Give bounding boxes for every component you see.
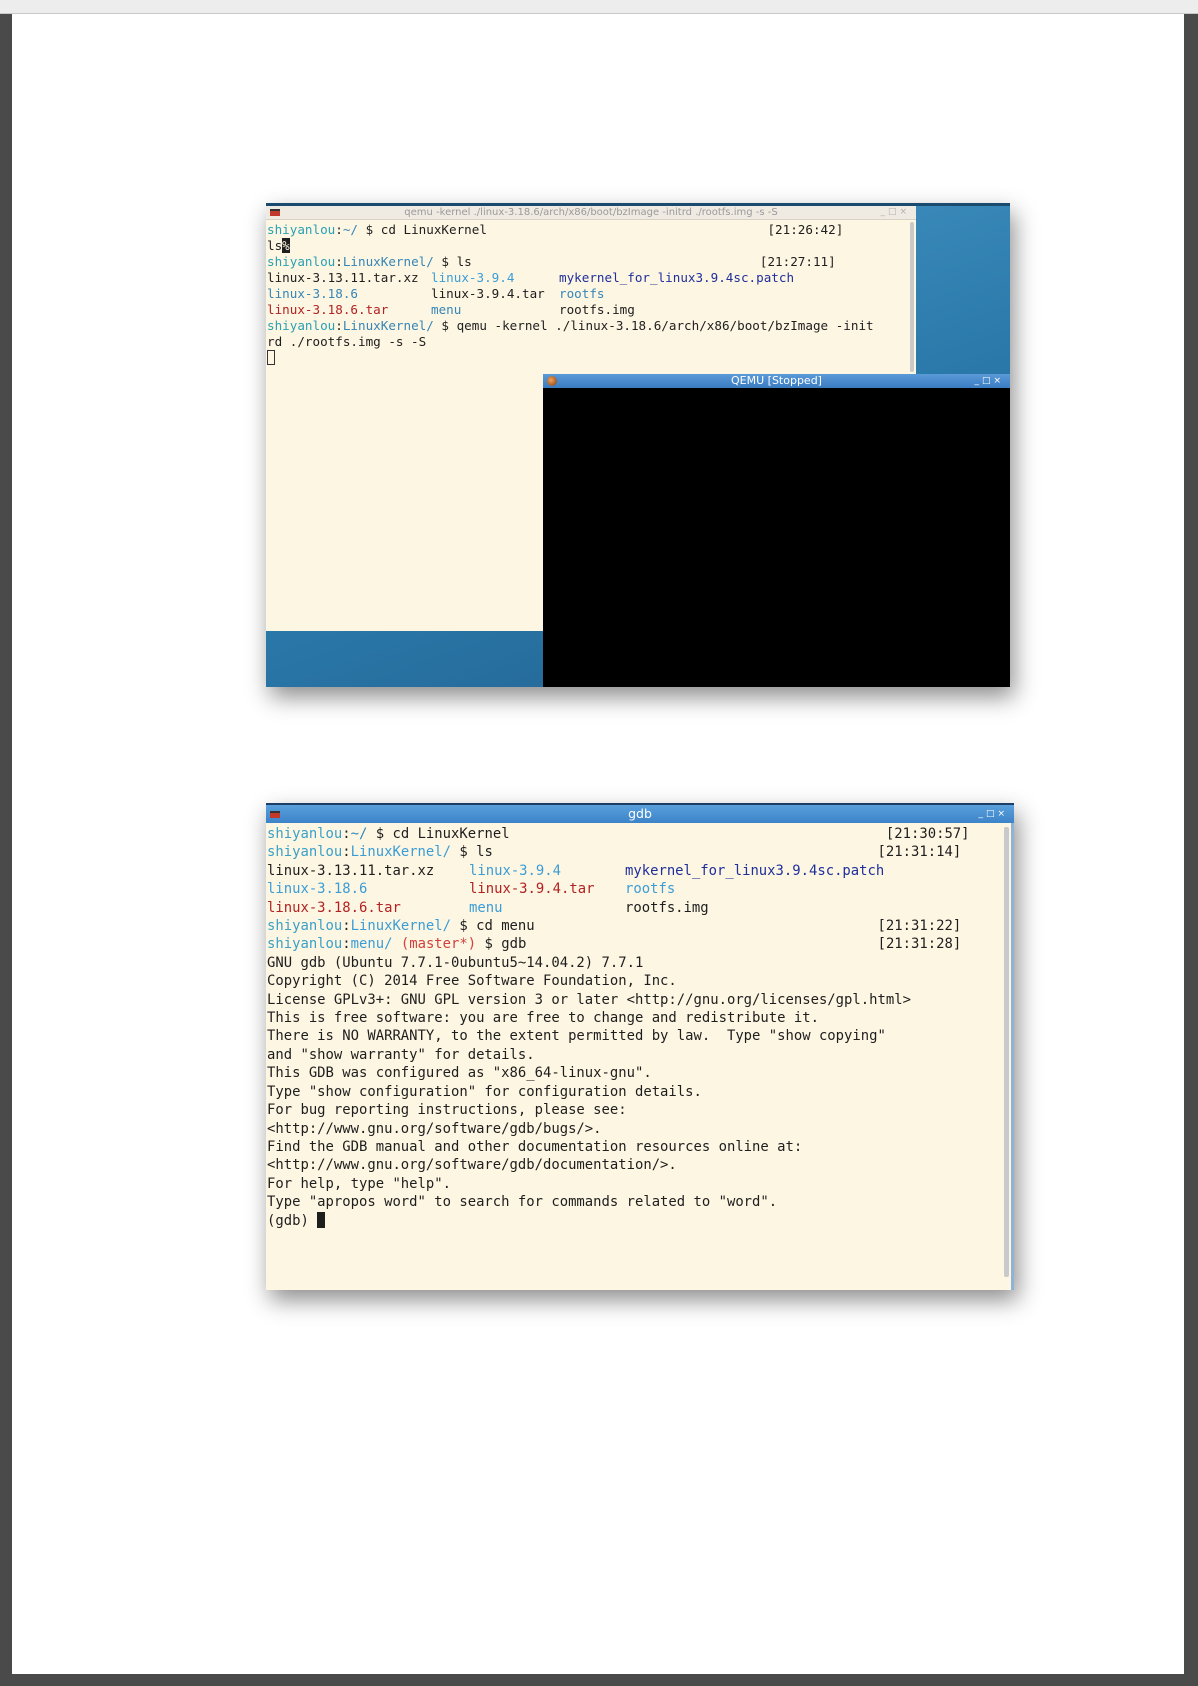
ls-entry: menu [431,302,462,317]
prompt-path: LinuxKernel/ [342,254,434,269]
minimize-icon[interactable]: _ [880,206,888,219]
ls-entry: linux-3.13.11.tar.xz [267,270,419,285]
terminal-window-gdb: shiyanlou:~/ $ cd LinuxKernel [21:30:57]… [266,823,1014,1290]
window-controls: _□× [880,206,910,219]
qemu-title-bar[interactable]: QEMU [Stopped] _□× [543,374,1010,388]
prompt-user: shiyanlou [267,826,343,842]
gdb-output-line: For help, type "help". [267,1175,451,1192]
prompt-path: LinuxKernel/ [350,844,452,861]
gdb-title-bar[interactable]: gdb _□× [266,803,1014,823]
qemu-display[interactable] [543,388,1010,687]
window-controls: _□× [974,374,1004,388]
qemu-window: QEMU [Stopped] _□× [543,374,1010,687]
prompt-user: shiyanlou [267,918,343,935]
ls-entry: rootfs [625,881,676,898]
terminal-output[interactable]: shiyanlou:~/ $ cd LinuxKernel [21:30:57]… [267,825,970,1230]
gdb-output-line: For bug reporting instructions, please s… [267,1102,627,1119]
text-cursor: % [282,238,290,253]
gdb-output-line: There is NO WARRANTY, to the extent perm… [267,1028,886,1045]
command-text: $ ls [433,254,472,269]
ls-entry: linux-3.9.4.tar [469,881,595,898]
qemu-window-title: QEMU [Stopped] [731,374,822,387]
viewer-top-bar [0,0,1198,14]
text-cursor [317,1211,326,1228]
ls-entry: linux-3.13.11.tar.xz [267,862,435,879]
gdb-output-line: Copyright (C) 2014 Free Software Foundat… [267,973,677,990]
timestamp: [21:31:14] [877,844,962,861]
timestamp: [21:26:42] [767,222,844,237]
ls-entry: linux-3.9.4 [431,270,515,285]
terminal-output[interactable]: shiyanlou:~/ $ cd LinuxKernel [21:26:42]… [267,222,874,366]
timestamp: [21:30:57] [885,826,970,842]
gdb-output-line: License GPLv3+: GNU GPL version 3 or lat… [267,991,911,1008]
terminal-title-bar[interactable]: qemu -kernel ./linux-3.18.6/arch/x86/boo… [266,206,916,220]
ls-entry: rootfs [559,286,605,301]
command-text: ls [267,238,283,253]
window-title: qemu -kernel ./linux-3.18.6/arch/x86/boo… [404,207,778,218]
gdb-output-line: This is free software: you are free to c… [267,1010,819,1027]
minimize-icon[interactable]: _ [974,374,982,388]
ls-entry: rootfs.img [559,302,635,317]
ls-entry: linux-3.9.4 [469,862,561,879]
screenshot-gdb: gdb _□× shiyanlou:~/ $ cd LinuxKernel [2… [266,803,1014,1290]
terminal-scrollbar[interactable] [910,222,914,372]
gdb-prompt: (gdb) [267,1212,318,1229]
window-title: gdb [628,806,652,821]
ls-entry: linux-3.18.6.tar [267,302,389,317]
timestamp: [21:31:28] [877,936,962,953]
maximize-icon[interactable]: □ [986,805,998,823]
gdb-output-line: and "show warranty" for details. [267,1046,535,1063]
command-text: $ cd menu [451,918,535,935]
terminal-scrollbar[interactable] [1004,827,1009,1277]
prompt-user: shiyanlou [267,318,336,333]
prompt-path: menu/ [350,936,393,953]
ls-entry: rootfs.img [625,899,709,916]
prompt-user: shiyanlou [267,222,336,237]
gdb-output-line: Find the GDB manual and other documentat… [267,1138,803,1155]
command-text: $ cd LinuxKernel [358,222,487,237]
gdb-output-line: Type "apropos word" to search for comman… [267,1194,778,1211]
ls-entry: linux-3.18.6.tar [267,899,401,916]
gdb-output-line: <http://www.gnu.org/software/gdb/bugs/>. [267,1120,602,1137]
command-text: $ cd LinuxKernel [367,826,510,842]
ls-entry: linux-3.18.6 [267,881,368,898]
document-page: qemu -kernel ./linux-3.18.6/arch/x86/boo… [12,14,1184,1674]
command-text: $ gdb [476,936,527,953]
command-text: $ qemu -kernel ./linux-3.18.6/arch/x86/b… [433,318,874,333]
prompt-user: shiyanlou [267,254,336,269]
prompt-path: ~/ [342,222,359,237]
minimize-icon[interactable]: _ [978,805,986,823]
gdb-output-line: GNU gdb (Ubuntu 7.7.1-0ubuntu5~14.04.2) … [267,954,644,971]
close-icon[interactable]: × [997,805,1008,823]
prompt-path: LinuxKernel/ [342,318,434,333]
command-text: rd ./rootfs.img -s -S [267,334,427,349]
prompt-user: shiyanlou [267,844,343,861]
ls-entry: linux-3.9.4.tar [431,286,545,301]
prompt-user: shiyanlou [267,936,343,953]
ls-entry: linux-3.18.6 [267,286,358,301]
window-controls: _□× [978,805,1008,823]
text-cursor [267,350,275,365]
ls-entry: mykernel_for_linux3.9.4sc.patch [625,862,885,879]
git-branch: master* [409,936,468,953]
ls-entry: menu [469,899,503,916]
prompt-path: ~/ [350,826,368,842]
maximize-icon[interactable]: □ [982,374,994,388]
gdb-output-line: <http://www.gnu.org/software/gdb/documen… [267,1157,677,1174]
ls-entry: mykernel_for_linux3.9.4sc.patch [559,270,795,285]
screenshot-qemu: qemu -kernel ./linux-3.18.6/arch/x86/boo… [266,203,1010,687]
timestamp: [21:31:22] [877,918,962,935]
maximize-icon[interactable]: □ [888,206,900,219]
command-text: $ ls [451,844,493,861]
close-icon[interactable]: × [899,206,910,219]
gdb-output-line: Type "show configuration" for configurat… [267,1083,702,1100]
gdb-output-line: This GDB was configured as "x86_64-linux… [267,1065,652,1082]
prompt-path: LinuxKernel/ [350,918,452,935]
close-icon[interactable]: × [993,374,1004,388]
timestamp: [21:27:11] [759,254,836,269]
